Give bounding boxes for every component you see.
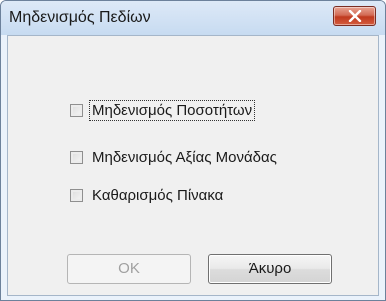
zero-quantities-option[interactable]: Μηδενισμός Ποσοτήτων (70, 99, 256, 121)
cancel-button[interactable]: Άκυρο (208, 254, 332, 284)
zero-unit-value-checkbox[interactable] (70, 150, 83, 164)
window-title: Μηδενισμός Πεδίων (9, 9, 151, 26)
clear-table-label[interactable]: Καθαρισμός Πίνακα (90, 186, 225, 205)
dialog-body: Μηδενισμός Ποσοτήτων Μηδενισμός Αξίας Μο… (7, 35, 379, 296)
zero-unit-value-label[interactable]: Μηδενισμός Αξίας Μονάδας (90, 148, 279, 167)
close-button[interactable] (333, 6, 376, 26)
zero-quantities-label[interactable]: Μηδενισμός Ποσοτήτων (88, 99, 256, 121)
dialog-window: Μηδενισμός Πεδίων Μηδενισμός Ποσοτήτων Μ… (0, 0, 386, 301)
clear-table-option[interactable]: Καθαρισμός Πίνακα (70, 185, 225, 205)
zero-quantities-checkbox[interactable] (70, 103, 83, 117)
title-bar[interactable]: Μηδενισμός Πεδίων (1, 1, 385, 35)
zero-unit-value-option[interactable]: Μηδενισμός Αξίας Μονάδας (70, 147, 279, 167)
close-x-icon (348, 10, 362, 22)
clear-table-checkbox[interactable] (70, 188, 83, 202)
ok-button[interactable]: OK (67, 254, 191, 284)
